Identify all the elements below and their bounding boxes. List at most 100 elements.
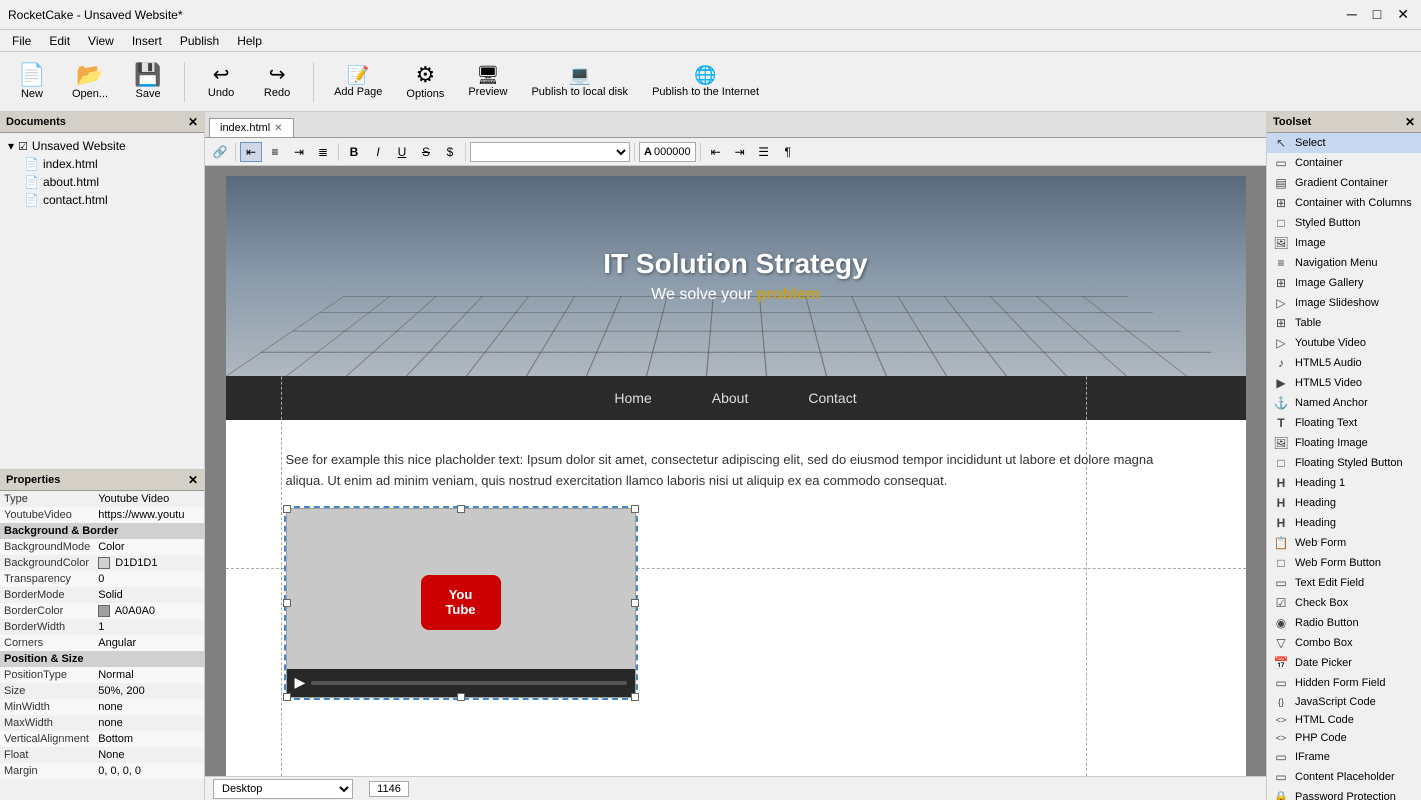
maximize-button[interactable]: □ <box>1369 6 1385 23</box>
toolset-image[interactable]: 🖼 Image <box>1267 233 1421 253</box>
toolset-web-form-button[interactable]: □ Web Form Button <box>1267 553 1421 573</box>
toolset-floating-text[interactable]: T Floating Text <box>1267 413 1421 433</box>
preview-button[interactable]: 🖥 Preview <box>460 62 515 102</box>
para-button[interactable]: ¶ <box>777 142 799 162</box>
prop-margin-value[interactable]: 0, 0, 0, 0 <box>94 763 204 779</box>
toolset-floating-image[interactable]: 🖼 Floating Image <box>1267 433 1421 453</box>
toolset-web-form[interactable]: 📋 Web Form <box>1267 533 1421 553</box>
toolset-php-code[interactable]: <> PHP Code <box>1267 729 1421 747</box>
prop-bordermode-value[interactable]: Solid <box>94 587 204 603</box>
align-center-button[interactable]: ≡ <box>264 142 286 162</box>
toolset-heading3[interactable]: H Heading <box>1267 513 1421 533</box>
handle-top-middle[interactable] <box>457 505 465 513</box>
menu-insert[interactable]: Insert <box>124 32 170 50</box>
handle-top-left[interactable] <box>283 505 291 513</box>
prop-valign-value[interactable]: Bottom <box>94 731 204 747</box>
toolset-password-protection[interactable]: 🔒 Password Protection <box>1267 787 1421 800</box>
toolset-check-box[interactable]: ☑ Check Box <box>1267 593 1421 613</box>
view-mode-selector[interactable]: Desktop <box>213 779 353 799</box>
window-controls[interactable]: ─ □ ✕ <box>1343 6 1413 23</box>
italic-button[interactable]: I <box>367 142 389 162</box>
properties-close-button[interactable]: ✕ <box>188 473 198 487</box>
nav-home[interactable]: Home <box>614 390 651 406</box>
toolset-html-code[interactable]: <> HTML Code <box>1267 711 1421 729</box>
tree-item-about[interactable]: 📄 about.html <box>4 173 200 191</box>
prop-borderwidth-value[interactable]: 1 <box>94 619 204 635</box>
handle-bottom-left[interactable] <box>283 693 291 701</box>
font-selector[interactable] <box>470 142 630 162</box>
bold-button[interactable]: B <box>343 142 365 162</box>
tree-item-contact[interactable]: 📄 contact.html <box>4 191 200 209</box>
options-button[interactable]: ⚙ Options <box>398 60 452 104</box>
youtube-play-button[interactable]: ▶ <box>295 674 306 691</box>
menu-publish[interactable]: Publish <box>172 32 227 50</box>
prop-size-value[interactable]: 50%, 200 <box>94 683 204 699</box>
strikethrough-button[interactable]: S <box>415 142 437 162</box>
menu-help[interactable]: Help <box>229 32 270 50</box>
toolset-html5-audio[interactable]: ♪ HTML5 Audio <box>1267 353 1421 373</box>
documents-close-button[interactable]: ✕ <box>188 115 198 129</box>
prop-bgmode-value[interactable]: Color <box>94 539 204 555</box>
publish-internet-button[interactable]: 🌐 Publish to the Internet <box>644 62 767 102</box>
toolset-heading1[interactable]: H Heading 1 <box>1267 473 1421 493</box>
save-button[interactable]: 💾 Save <box>124 60 172 104</box>
toolset-heading2[interactable]: H Heading <box>1267 493 1421 513</box>
add-page-button[interactable]: 📝 Add Page <box>326 62 390 102</box>
nav-about[interactable]: About <box>712 390 749 406</box>
toolset-date-picker[interactable]: 📅 Date Picker <box>1267 653 1421 673</box>
prop-minwidth-value[interactable]: none <box>94 699 204 715</box>
nav-contact[interactable]: Contact <box>808 390 856 406</box>
open-button[interactable]: 📂 Open... <box>64 60 116 104</box>
indent-right-button[interactable]: ⇥ <box>729 142 751 162</box>
toolset-gradient-container[interactable]: ▤ Gradient Container <box>1267 173 1421 193</box>
redo-button[interactable]: ↪ Redo <box>253 61 301 103</box>
close-button[interactable]: ✕ <box>1393 6 1413 23</box>
toolset-select[interactable]: ↖ Select <box>1267 133 1421 153</box>
handle-bottom-right[interactable] <box>631 693 639 701</box>
youtube-embed[interactable]: YouTube ▶ <box>286 508 636 698</box>
toolset-image-slideshow[interactable]: ▷ Image Slideshow <box>1267 293 1421 313</box>
tree-root-website[interactable]: ▾ ☑ Unsaved Website <box>4 137 200 155</box>
publish-local-button[interactable]: 💻 Publish to local disk <box>523 62 636 102</box>
align-justify-button[interactable]: ≣ <box>312 142 334 162</box>
canvas-wrapper[interactable]: IT Solution Strategy We solve your probl… <box>205 166 1266 776</box>
toolset-image-gallery[interactable]: ⊞ Image Gallery <box>1267 273 1421 293</box>
currency-button[interactable]: $ <box>439 142 461 162</box>
prop-bgcolor-value[interactable]: D1D1D1 <box>94 555 204 571</box>
new-button[interactable]: 📄 New <box>8 60 56 104</box>
youtube-progress-bar[interactable] <box>311 681 626 685</box>
menu-view[interactable]: View <box>80 32 122 50</box>
toolset-combo-box[interactable]: ▽ Combo Box <box>1267 633 1421 653</box>
underline-button[interactable]: U <box>391 142 413 162</box>
tab-close-button[interactable]: ✕ <box>274 123 282 134</box>
handle-middle-right[interactable] <box>631 599 639 607</box>
prop-float-value[interactable]: None <box>94 747 204 763</box>
handle-bottom-middle[interactable] <box>457 693 465 701</box>
prop-bordercolor-value[interactable]: A0A0A0 <box>94 603 204 619</box>
toolset-radio-button[interactable]: ◉ Radio Button <box>1267 613 1421 633</box>
prop-transparency-value[interactable]: 0 <box>94 571 204 587</box>
list-button[interactable]: ☰ <box>753 142 775 162</box>
tree-item-index[interactable]: 📄 index.html <box>4 155 200 173</box>
handle-top-right[interactable] <box>631 505 639 513</box>
toolset-styled-button[interactable]: □ Styled Button <box>1267 213 1421 233</box>
menu-file[interactable]: File <box>4 32 39 50</box>
handle-middle-left[interactable] <box>283 599 291 607</box>
toolset-html5-video[interactable]: ▶ HTML5 Video <box>1267 373 1421 393</box>
prop-corners-value[interactable]: Angular <box>94 635 204 651</box>
align-right-button[interactable]: ⇥ <box>288 142 310 162</box>
toolset-hidden-form-field[interactable]: ▭ Hidden Form Field <box>1267 673 1421 693</box>
toolset-content-placeholder[interactable]: ▭ Content Placeholder <box>1267 767 1421 787</box>
menu-edit[interactable]: Edit <box>41 32 78 50</box>
align-left-button[interactable]: ⇤ <box>240 142 262 162</box>
link-button[interactable]: 🔗 <box>209 142 231 162</box>
tab-index-html[interactable]: index.html ✕ <box>209 118 294 137</box>
undo-button[interactable]: ↩ Undo <box>197 61 245 103</box>
prop-maxwidth-value[interactable]: none <box>94 715 204 731</box>
indent-left-button[interactable]: ⇤ <box>705 142 727 162</box>
toolset-text-edit-field[interactable]: ▭ Text Edit Field <box>1267 573 1421 593</box>
toolset-floating-styled-button[interactable]: □ Floating Styled Button <box>1267 453 1421 473</box>
prop-url-value[interactable]: https://www.youtu <box>94 507 204 523</box>
toolset-container[interactable]: ▭ Container <box>1267 153 1421 173</box>
toolset-named-anchor[interactable]: ⚓ Named Anchor <box>1267 393 1421 413</box>
